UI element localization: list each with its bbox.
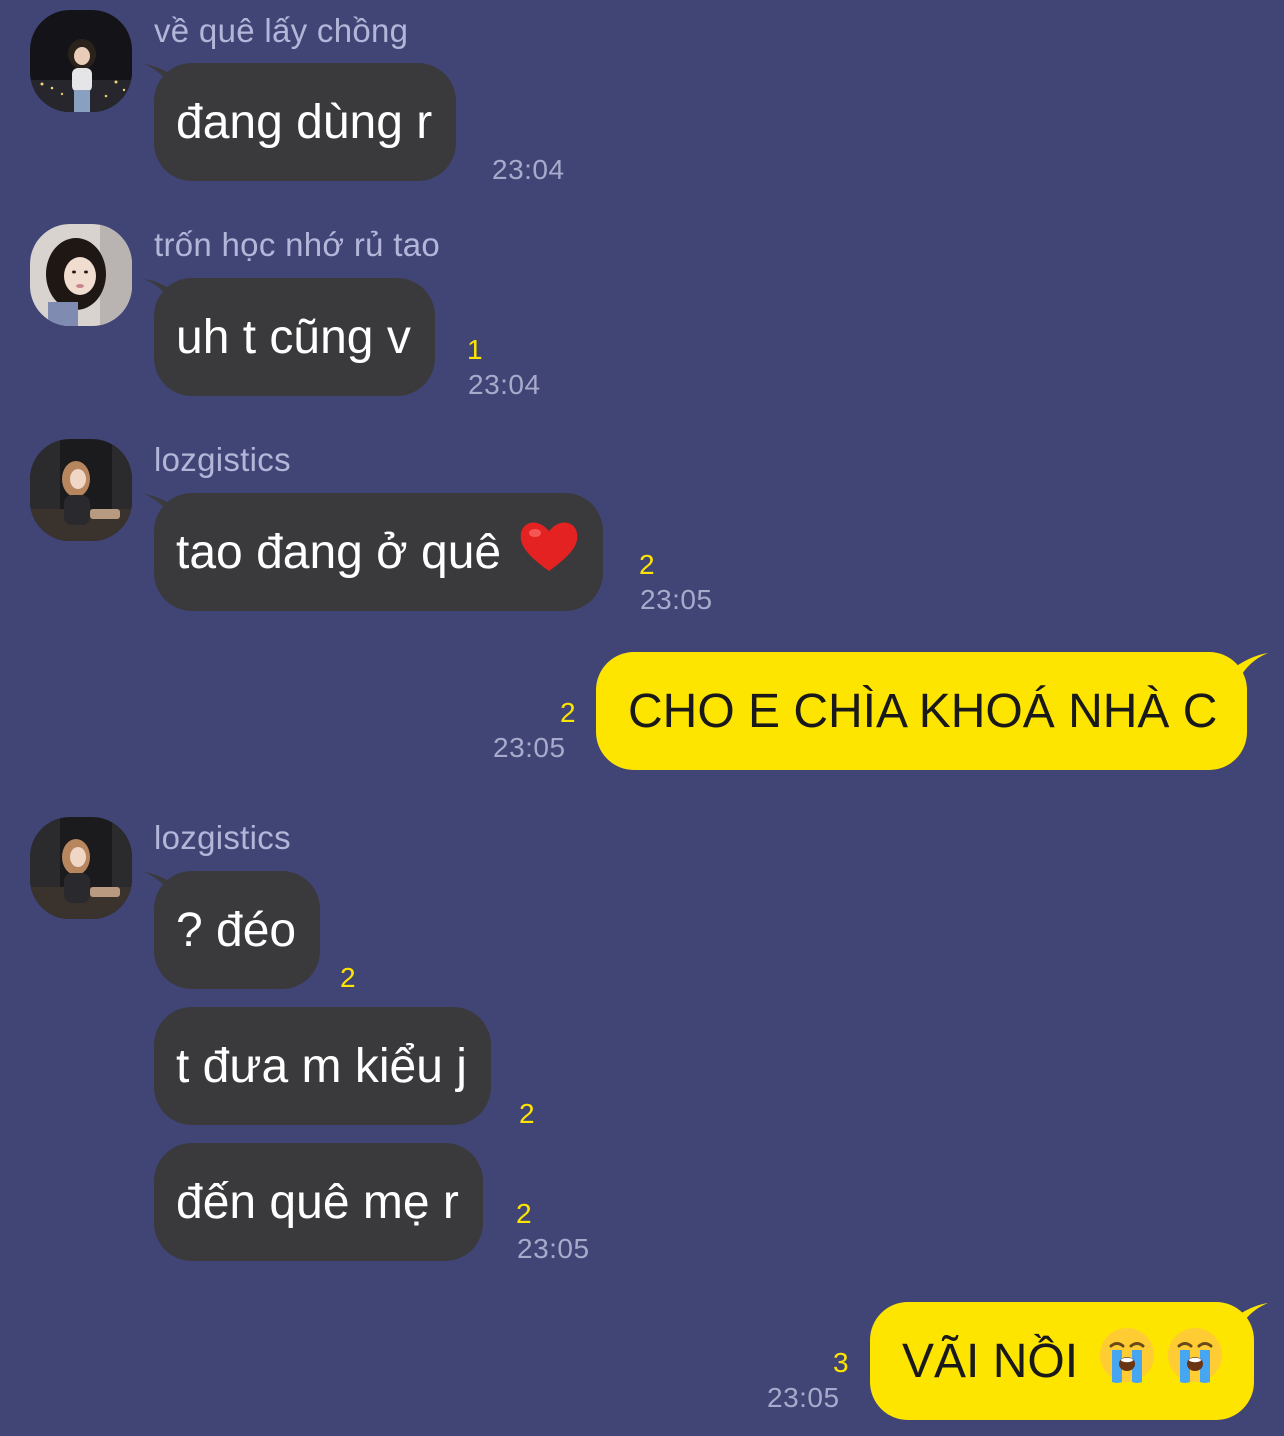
- bubble-tail: [1238, 653, 1268, 681]
- unread-count: 2: [560, 697, 576, 728]
- sender-name: lozgistics: [154, 441, 291, 478]
- message-text: ? đéo: [176, 903, 297, 957]
- message-bubble[interactable]: đến quê mẹ r: [154, 1143, 483, 1261]
- loudly-crying-face-icon: [1098, 1326, 1156, 1396]
- avatar[interactable]: [30, 224, 132, 326]
- message-bubble[interactable]: tao đang ở quê: [154, 493, 604, 611]
- unread-count: 2: [516, 1198, 532, 1229]
- unread-count: 2: [639, 549, 655, 580]
- sender-name: trốn học nhớ rủ tao: [154, 226, 441, 263]
- unread-count: 2: [519, 1098, 535, 1129]
- unread-count: 2: [340, 962, 356, 993]
- message-time: 23:05: [493, 732, 566, 763]
- message-bubble[interactable]: CHO E CHÌA KHOÁ NHÀ C: [596, 652, 1248, 770]
- red-heart-icon: [519, 519, 579, 585]
- message-text: VÃI NỒI: [902, 1334, 1079, 1388]
- unread-count: 3: [833, 1347, 849, 1378]
- message-bubble[interactable]: VÃI NỒI: [870, 1302, 1255, 1420]
- message-time: 23:04: [468, 369, 541, 400]
- message-text: đến quê mẹ r: [176, 1175, 459, 1229]
- message-time: 23:05: [640, 584, 713, 615]
- message-text: CHO E CHÌA KHOÁ NHÀ C: [628, 684, 1218, 738]
- message-time: 23:05: [767, 1382, 840, 1413]
- avatar[interactable]: [30, 10, 132, 112]
- message-bubble[interactable]: đang dùng r: [154, 63, 457, 181]
- sender-name: về quê lấy chồng: [154, 12, 409, 49]
- message-bubble[interactable]: t đưa m kiểu j: [154, 1007, 491, 1125]
- message-time: 23:05: [517, 1233, 590, 1264]
- unread-count: 1: [467, 334, 483, 365]
- bubble-tail: [1238, 1303, 1268, 1331]
- avatar[interactable]: [30, 817, 132, 919]
- loudly-crying-face-icon: [1166, 1326, 1224, 1396]
- avatar[interactable]: [30, 439, 132, 541]
- message-bubble[interactable]: uh t cũng v: [154, 278, 435, 396]
- sender-name: lozgistics: [154, 819, 291, 856]
- message-text: t đưa m kiểu j: [176, 1039, 467, 1093]
- message-text: uh t cũng v: [176, 310, 411, 364]
- message-bubble[interactable]: ? đéo: [154, 871, 321, 989]
- message-time: 23:04: [492, 154, 565, 185]
- message-text: đang dùng r: [176, 95, 433, 149]
- message-text: tao đang ở quê: [176, 525, 502, 579]
